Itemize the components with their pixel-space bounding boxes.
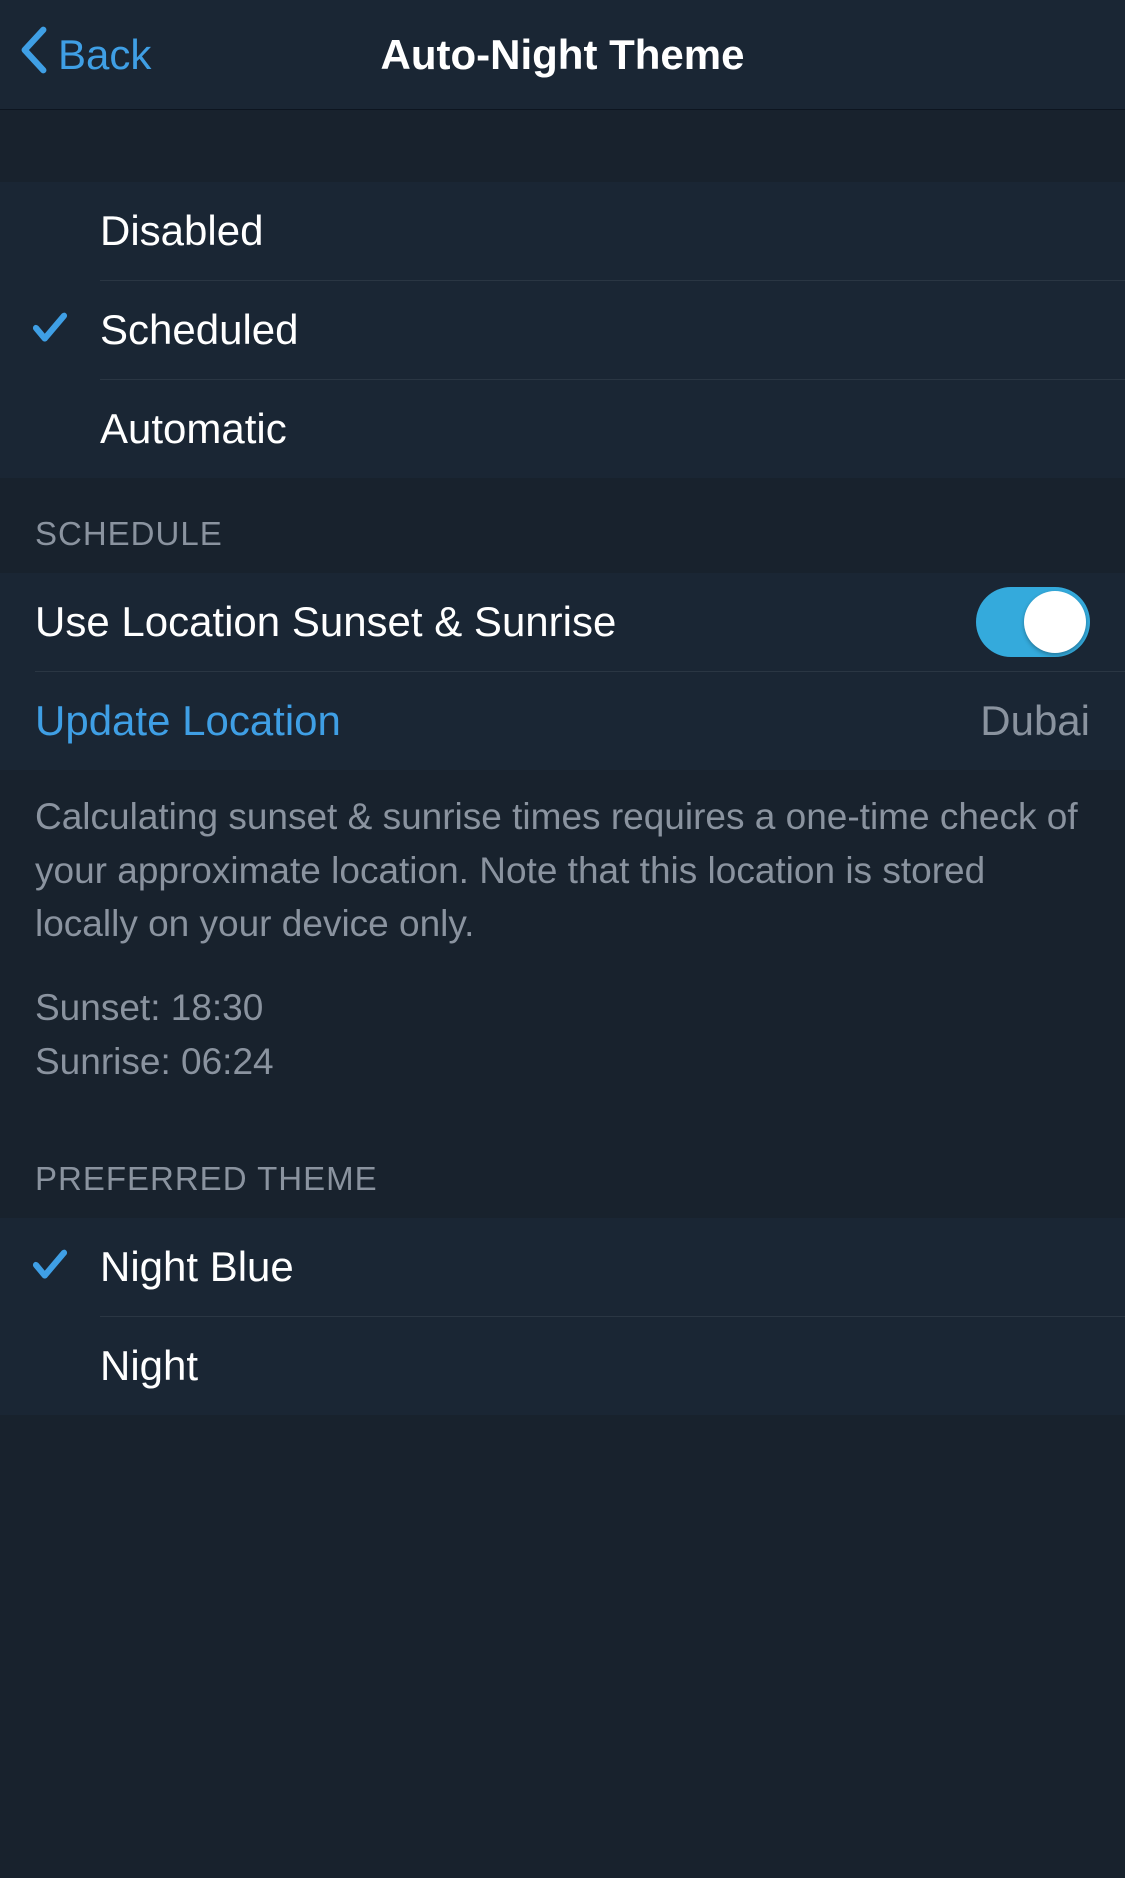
location-value: Dubai [980, 697, 1090, 745]
mode-option-label: Disabled [100, 207, 1090, 255]
schedule-footer: Calculating sunset & sunrise times requi… [0, 770, 1125, 1088]
section-header-label: PREFERRED THEME [35, 1160, 378, 1198]
mode-option-disabled[interactable]: Disabled [0, 182, 1125, 280]
mode-option-label: Automatic [100, 405, 1090, 453]
check-slot [0, 1244, 100, 1291]
back-button[interactable]: Back [0, 26, 151, 84]
update-location-row[interactable]: Update Location Dubai [0, 672, 1125, 770]
back-label: Back [58, 31, 151, 79]
sunset-line: Sunset: 18:30 [35, 981, 1090, 1035]
footer-description: Calculating sunset & sunrise times requi… [35, 790, 1090, 951]
theme-option-night-blue[interactable]: Night Blue [0, 1218, 1125, 1316]
schedule-section: Use Location Sunset & Sunrise Update Loc… [0, 573, 1125, 770]
checkmark-icon [29, 307, 71, 354]
use-location-label: Use Location Sunset & Sunrise [35, 598, 976, 646]
theme-option-label: Night Blue [100, 1243, 1090, 1291]
checkmark-icon [29, 1244, 71, 1291]
use-location-row[interactable]: Use Location Sunset & Sunrise [0, 573, 1125, 671]
section-header-label: SCHEDULE [35, 515, 223, 553]
theme-section-header: PREFERRED THEME [0, 1088, 1125, 1218]
update-location-label: Update Location [35, 697, 980, 745]
theme-section: Night Blue Night [0, 1218, 1125, 1415]
toggle-knob [1024, 591, 1086, 653]
mode-option-label: Scheduled [100, 306, 1090, 354]
mode-section: Disabled Scheduled Automatic [0, 182, 1125, 478]
mode-option-automatic[interactable]: Automatic [0, 380, 1125, 478]
use-location-toggle[interactable] [976, 587, 1090, 657]
sunrise-line: Sunrise: 06:24 [35, 1035, 1090, 1089]
schedule-section-header: SCHEDULE [0, 478, 1125, 573]
theme-option-label: Night [100, 1342, 1090, 1390]
back-chevron-icon [20, 26, 48, 84]
section-gap [0, 110, 1125, 182]
mode-option-scheduled[interactable]: Scheduled [0, 281, 1125, 379]
check-slot [0, 307, 100, 354]
navbar: Back Auto-Night Theme [0, 0, 1125, 110]
theme-option-night[interactable]: Night [0, 1317, 1125, 1415]
page-title: Auto-Night Theme [381, 31, 745, 79]
